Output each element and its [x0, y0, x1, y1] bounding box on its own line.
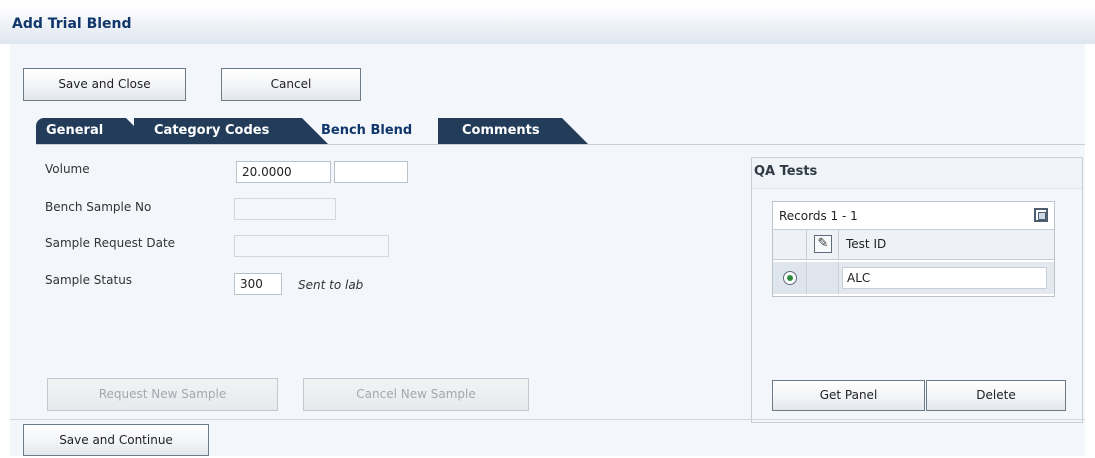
paperclip-icon: ✎ [814, 235, 832, 253]
cancel-button[interactable]: Cancel [221, 68, 361, 101]
sample-request-date-field [234, 235, 389, 257]
page-title: Add Trial Blend [12, 16, 132, 32]
tab-divider [36, 144, 1085, 145]
select-column-header [773, 230, 807, 259]
tab-general[interactable]: General [36, 118, 152, 144]
row-radio-button[interactable] [783, 271, 797, 285]
save-and-continue-button[interactable]: Save and Continue [23, 424, 209, 456]
row-select-cell[interactable] [773, 262, 807, 294]
volume-label: Volume [45, 162, 90, 176]
tab-bench-blend[interactable]: Bench Blend [321, 118, 429, 144]
tab-category-codes[interactable]: Category Codes [134, 118, 328, 144]
page-header: Add Trial Blend [0, 0, 1095, 44]
save-and-close-button[interactable]: Save and Close [23, 68, 186, 101]
attachment-column-header: ✎ [808, 230, 839, 259]
sample-request-date-label: Sample Request Date [45, 236, 176, 250]
sample-status-label: Sample Status [45, 273, 133, 287]
test-id-column-header[interactable]: Test ID [840, 230, 1050, 259]
table-row[interactable]: ALC [773, 262, 1054, 294]
volume-input[interactable]: 20.0000 [236, 161, 331, 183]
qa-tests-panel: QA Tests Records 1 - 1 ✎ Test ID ALC Get… [751, 157, 1083, 423]
footer-divider [10, 419, 1085, 420]
qa-tests-header: QA Tests [752, 158, 1082, 188]
bench-sample-no-field [234, 198, 336, 220]
volume-uom-input[interactable] [334, 161, 408, 183]
maximize-grid-icon[interactable] [1034, 208, 1048, 222]
sample-status-input[interactable]: 300 [234, 273, 282, 295]
tab-bar: General Category Codes Bench Blend Comme… [36, 118, 596, 144]
qa-tests-grid: Records 1 - 1 ✎ Test ID ALC [772, 201, 1055, 297]
bench-sample-no-label: Bench Sample No [45, 200, 152, 214]
qa-tests-title: QA Tests [754, 164, 818, 179]
cancel-new-sample-button[interactable]: Cancel New Sample [303, 378, 529, 411]
sample-status-description: Sent to lab [298, 278, 364, 292]
records-count: Records 1 - 1 [779, 209, 858, 223]
tab-comments[interactable]: Comments [438, 118, 588, 144]
test-id-cell[interactable]: ALC [842, 267, 1047, 289]
row-attachment-cell [808, 262, 839, 294]
delete-button[interactable]: Delete [926, 380, 1066, 411]
get-panel-button[interactable]: Get Panel [772, 380, 925, 411]
grid-header-row: ✎ Test ID [773, 229, 1054, 260]
request-new-sample-button[interactable]: Request New Sample [47, 378, 278, 411]
